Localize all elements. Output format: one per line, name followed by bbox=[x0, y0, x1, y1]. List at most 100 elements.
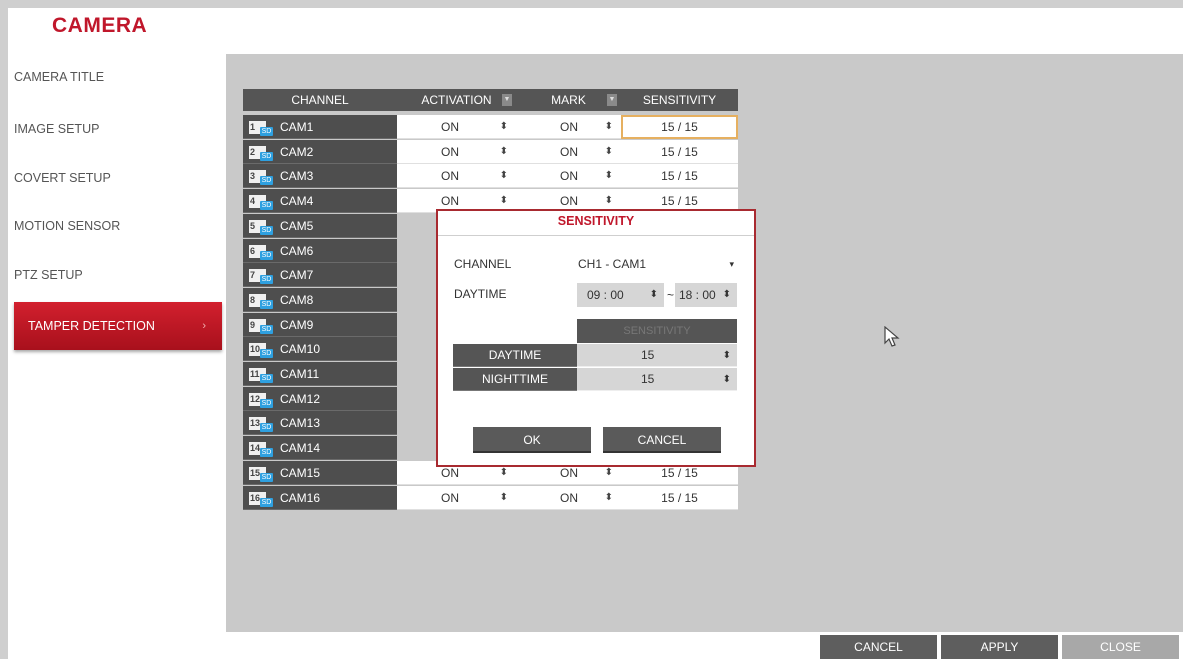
channel-name: CAM7 bbox=[280, 268, 314, 282]
updown-arrows-icon: ⬍ bbox=[722, 350, 731, 361]
channel-name: CAM3 bbox=[280, 169, 314, 183]
mark-stepper[interactable]: ON ⬍ bbox=[516, 164, 621, 188]
mark-stepper[interactable]: ON ⬍ bbox=[516, 140, 621, 164]
nighttime-sensitivity-stepper[interactable]: 15 ⬍ bbox=[577, 368, 737, 391]
sensitivity-cell[interactable]: 15 / 15 bbox=[621, 164, 738, 188]
time-end-stepper[interactable]: 18 : 00 ⬍ bbox=[675, 283, 737, 307]
activation-value: ON bbox=[441, 491, 459, 505]
channel-name: CAM6 bbox=[280, 244, 314, 258]
sensitivity-cell[interactable]: 15 / 15 bbox=[621, 115, 738, 139]
updown-arrows-icon: ⬍ bbox=[604, 492, 613, 503]
table-row[interactable]: 7 SD CAM7 bbox=[243, 263, 397, 287]
sd-camera-icon: SD bbox=[260, 399, 273, 408]
header-sensitivity: SENSITIVITY bbox=[621, 89, 738, 111]
mouse-pointer-icon bbox=[884, 326, 900, 347]
time-start-value: 09 : 00 bbox=[587, 288, 624, 302]
page-title: CAMERA bbox=[52, 14, 148, 37]
channel-name: CAM2 bbox=[280, 145, 314, 159]
sd-camera-icon: SD bbox=[260, 374, 273, 383]
daytime-sensitivity-value: 15 bbox=[641, 348, 655, 362]
sd-camera-icon: SD bbox=[260, 201, 273, 210]
activation-value: ON bbox=[441, 169, 459, 183]
daytime-row-label: DAYTIME bbox=[453, 344, 577, 367]
table-row[interactable]: 15 SD CAM15 bbox=[243, 461, 397, 485]
sensitivity-dialog: SENSITIVITY CHANNEL CH1 - CAM1 ▾ DAYTIME… bbox=[436, 209, 756, 467]
sd-camera-icon: SD bbox=[260, 176, 273, 185]
updown-arrows-icon: ⬍ bbox=[604, 146, 613, 157]
chevron-down-icon[interactable]: ▼ bbox=[607, 94, 617, 106]
activation-stepper[interactable]: ON ⬍ bbox=[397, 164, 516, 188]
table-row[interactable]: 10 SD CAM10 bbox=[243, 337, 397, 361]
sd-camera-icon: SD bbox=[260, 226, 273, 235]
table-row[interactable]: 6 SD CAM6 bbox=[243, 239, 397, 263]
updown-arrows-icon: ⬍ bbox=[722, 289, 731, 300]
sidebar-item-covert-setup[interactable]: COVERT SETUP bbox=[14, 171, 111, 185]
sd-camera-icon: SD bbox=[260, 423, 273, 432]
channel-name: CAM14 bbox=[280, 441, 321, 455]
channel-name: CAM5 bbox=[280, 219, 314, 233]
chevron-down-icon: ▾ bbox=[729, 259, 734, 269]
time-separator: ~ bbox=[667, 288, 675, 302]
channel-name: CAM12 bbox=[280, 392, 321, 406]
mark-value: ON bbox=[560, 120, 578, 134]
table-row[interactable]: 4 SD CAM4 bbox=[243, 189, 397, 213]
table-row[interactable]: 5 SD CAM5 bbox=[243, 214, 397, 238]
table-row[interactable]: 12 SD CAM12 bbox=[243, 387, 397, 411]
chevron-right-icon: › bbox=[202, 320, 206, 332]
header-channel: CHANNEL bbox=[243, 89, 397, 111]
activation-value: ON bbox=[441, 120, 459, 134]
channel-select[interactable]: CH1 - CAM1 ▾ bbox=[578, 253, 738, 275]
sensitivity-cell[interactable]: 15 / 15 bbox=[621, 140, 738, 164]
sidebar-item-tamper-detection[interactable]: TAMPER DETECTION › bbox=[14, 302, 222, 350]
table-row[interactable]: 3 SD CAM3 bbox=[243, 164, 397, 188]
sidebar-item-motion-sensor[interactable]: MOTION SENSOR bbox=[14, 219, 120, 233]
sd-camera-icon: SD bbox=[260, 251, 273, 260]
sidebar-item-ptz-setup[interactable]: PTZ SETUP bbox=[14, 268, 83, 282]
table-row[interactable]: 2 SD CAM2 bbox=[243, 140, 397, 164]
ok-button[interactable]: OK bbox=[473, 427, 591, 453]
updown-arrows-icon: ⬍ bbox=[499, 121, 508, 132]
apply-button[interactable]: APPLY bbox=[941, 635, 1058, 659]
header-activation[interactable]: ACTIVATION ▼ bbox=[397, 89, 516, 111]
daytime-sensitivity-stepper[interactable]: 15 ⬍ bbox=[577, 344, 737, 367]
activation-stepper[interactable]: ON ⬍ bbox=[397, 140, 516, 164]
sd-camera-icon: SD bbox=[260, 300, 273, 309]
channel-name: CAM1 bbox=[280, 120, 314, 134]
sidebar-item-label: TAMPER DETECTION bbox=[28, 319, 155, 333]
updown-arrows-icon: ⬍ bbox=[604, 170, 613, 181]
channel-name: CAM8 bbox=[280, 293, 314, 307]
table-row[interactable]: 16 SD CAM16 bbox=[243, 486, 397, 510]
updown-arrows-icon: ⬍ bbox=[604, 121, 613, 132]
sd-camera-icon: SD bbox=[260, 152, 273, 161]
sensitivity-cell[interactable]: 15 / 15 bbox=[621, 486, 738, 510]
header-activation-label: ACTIVATION bbox=[421, 93, 492, 107]
updown-arrows-icon: ⬍ bbox=[649, 289, 658, 300]
channel-name: CAM4 bbox=[280, 194, 314, 208]
sidebar-item-camera-title[interactable]: CAMERA TITLE bbox=[14, 70, 104, 84]
sidebar-item-image-setup[interactable]: IMAGE SETUP bbox=[14, 122, 99, 136]
nighttime-row-label: NIGHTTIME bbox=[453, 368, 577, 391]
dialog-cancel-button[interactable]: CANCEL bbox=[603, 427, 721, 453]
activation-stepper[interactable]: ON ⬍ bbox=[397, 486, 516, 510]
table-row[interactable]: 1 SD CAM1 bbox=[243, 115, 397, 139]
header-mark[interactable]: MARK ▼ bbox=[516, 89, 621, 111]
table-row[interactable]: 9 SD CAM9 bbox=[243, 313, 397, 337]
time-start-stepper[interactable]: 09 : 00 ⬍ bbox=[577, 283, 664, 307]
table-row[interactable]: 8 SD CAM8 bbox=[243, 288, 397, 312]
close-button[interactable]: CLOSE bbox=[1062, 635, 1179, 659]
table-row[interactable]: 13 SD CAM13 bbox=[243, 411, 397, 435]
channel-name: CAM13 bbox=[280, 416, 321, 430]
table-row[interactable]: 14 SD CAM14 bbox=[243, 436, 397, 460]
header-mark-label: MARK bbox=[551, 93, 586, 107]
mark-stepper[interactable]: ON ⬍ bbox=[516, 115, 621, 139]
activation-stepper[interactable]: ON ⬍ bbox=[397, 115, 516, 139]
chevron-down-icon[interactable]: ▼ bbox=[502, 94, 512, 106]
cancel-button[interactable]: CANCEL bbox=[820, 635, 937, 659]
sd-camera-icon: SD bbox=[260, 325, 273, 334]
channel-name: CAM10 bbox=[280, 342, 321, 356]
activation-value: ON bbox=[441, 145, 459, 159]
table-row[interactable]: 11 SD CAM11 bbox=[243, 362, 397, 386]
mark-stepper[interactable]: ON ⬍ bbox=[516, 486, 621, 510]
sd-camera-icon: SD bbox=[260, 473, 273, 482]
sd-camera-icon: SD bbox=[260, 448, 273, 457]
